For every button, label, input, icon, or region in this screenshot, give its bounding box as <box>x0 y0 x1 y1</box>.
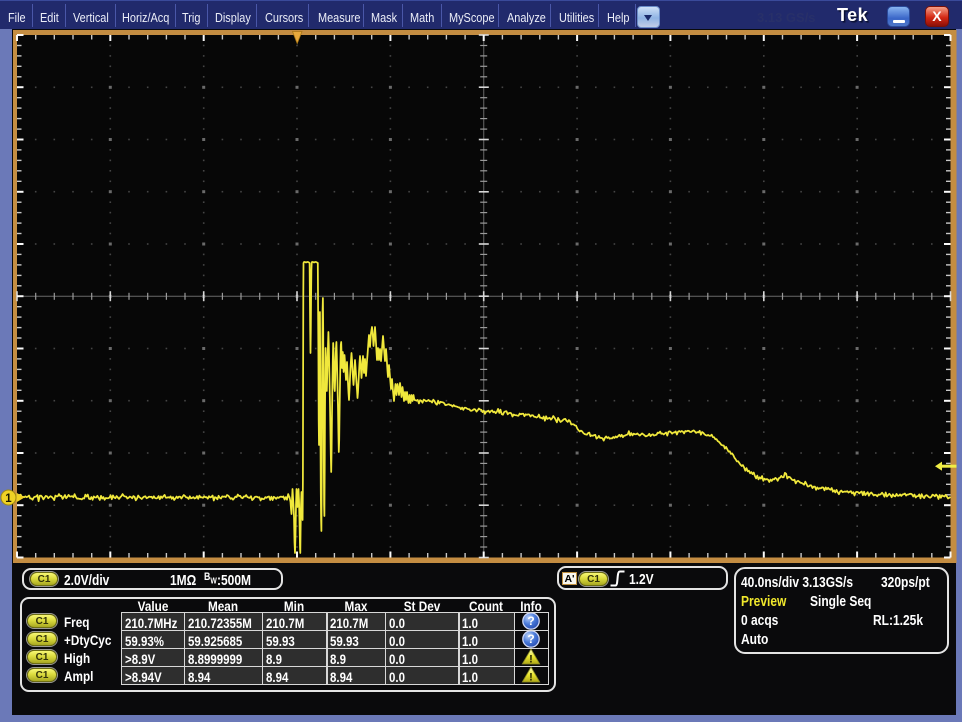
svg-text:1: 1 <box>5 493 12 505</box>
